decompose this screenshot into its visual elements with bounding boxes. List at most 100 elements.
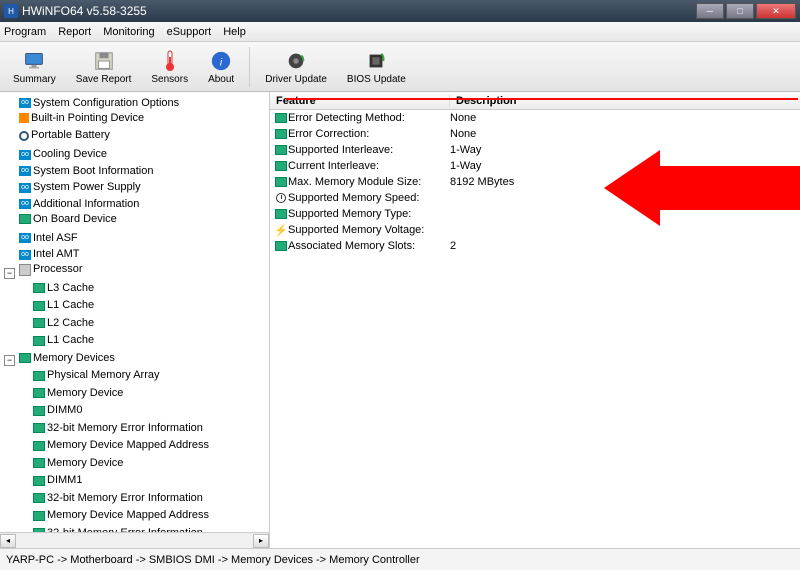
app-icon: H	[4, 4, 18, 18]
tree-item[interactable]: L3 Cache	[31, 281, 96, 296]
tree-item[interactable]: 32-bit Memory Error Information	[31, 491, 205, 506]
cooling-icon: oo	[19, 150, 31, 160]
menu-program[interactable]: Program	[4, 26, 46, 38]
summary-label: Summary	[13, 74, 56, 85]
statusbar: YARP-PC -> Motherboard -> SMBIOS DMI -> …	[0, 548, 800, 570]
save-report-button[interactable]: Save Report	[67, 44, 141, 90]
save-label: Save Report	[76, 74, 132, 85]
chip-icon	[275, 241, 287, 251]
clock-icon	[276, 193, 286, 203]
tree-item[interactable]: DIMM0	[31, 403, 84, 418]
collapse-toggle[interactable]: −	[4, 268, 15, 279]
chip-icon	[33, 388, 45, 398]
tree-item[interactable]: oo System Power Supply	[17, 180, 143, 195]
battery-icon	[19, 131, 29, 141]
tree-item[interactable]: L1 Cache	[31, 333, 96, 348]
tree-item[interactable]: oo System Configuration Options	[17, 96, 181, 111]
chip-icon	[33, 423, 45, 433]
minimize-button[interactable]: ─	[696, 3, 724, 19]
chip-icon	[275, 209, 287, 219]
tree-item[interactable]: Built-in Pointing Device	[17, 111, 146, 126]
tree-item[interactable]: Memory Device Mapped Address	[31, 508, 211, 523]
cache-icon	[33, 318, 45, 328]
bios-update-button[interactable]: BIOS Update	[338, 44, 415, 90]
window-title: HWiNFO64 v5.58-3255	[22, 4, 694, 18]
detail-row[interactable]: Error Detecting Method:None	[270, 110, 800, 126]
chip-icon	[33, 476, 45, 486]
thermometer-icon	[158, 49, 182, 73]
sensors-label: Sensors	[151, 74, 188, 85]
tree-item[interactable]: Memory Device	[31, 386, 125, 401]
chip-icon	[33, 441, 45, 451]
tree-item[interactable]: L1 Cache	[31, 298, 96, 313]
tree-item[interactable]: oo Additional Information	[17, 197, 141, 212]
tree-item[interactable]: Memory Device	[31, 456, 125, 471]
maximize-button[interactable]: □	[726, 3, 754, 19]
annotation-underline	[286, 98, 798, 100]
chip-icon	[33, 371, 45, 381]
chip-icon	[275, 177, 287, 187]
monitor-icon	[22, 49, 46, 73]
config-icon: oo	[19, 98, 31, 108]
detail-row[interactable]: Associated Memory Slots:2	[270, 238, 800, 254]
tree-item[interactable]: On Board Device	[17, 212, 119, 227]
boot-icon: oo	[19, 166, 31, 176]
onboard-icon	[19, 214, 31, 224]
power-icon: oo	[19, 183, 31, 193]
about-label: About	[208, 74, 234, 85]
collapse-toggle[interactable]: −	[4, 355, 15, 366]
gear-refresh-icon	[284, 49, 308, 73]
driver-update-button[interactable]: Driver Update	[256, 44, 336, 90]
tree-item[interactable]: 32-bit Memory Error Information	[31, 421, 205, 436]
about-button[interactable]: i About	[199, 44, 243, 90]
tree-panel[interactable]: oo System Configuration Options Built-in…	[0, 92, 270, 548]
chip-icon	[275, 145, 287, 155]
detail-panel: Feature Description Error Detecting Meth…	[270, 92, 800, 548]
chip-icon	[33, 493, 45, 503]
menu-monitoring[interactable]: Monitoring	[103, 26, 154, 38]
toolbar-separator	[249, 47, 250, 87]
tree-item[interactable]: Memory Devices	[17, 351, 117, 366]
col-feature[interactable]: Feature	[270, 95, 450, 107]
tree-item[interactable]: oo Cooling Device	[17, 147, 109, 162]
tree-item[interactable]: L2 Cache	[31, 316, 96, 331]
tree-hscrollbar[interactable]: ◂ ▸	[0, 532, 269, 548]
scroll-track[interactable]	[16, 534, 253, 548]
tree-item[interactable]: oo Intel AMT	[17, 247, 81, 262]
detail-row[interactable]: Supported Interleave:1-Way	[270, 142, 800, 158]
titlebar: H HWiNFO64 v5.58-3255 ─ □ ✕	[0, 0, 800, 22]
info-icon: i	[209, 49, 233, 73]
cpu-icon	[19, 264, 31, 276]
asf-icon: oo	[19, 233, 31, 243]
menu-report[interactable]: Report	[58, 26, 91, 38]
bios-label: BIOS Update	[347, 74, 406, 85]
cache-icon	[33, 301, 45, 311]
tree-item[interactable]: oo System Boot Information	[17, 164, 155, 179]
tree-item[interactable]: Portable Battery	[17, 128, 112, 143]
tree-item[interactable]: Processor	[17, 262, 85, 277]
scroll-left-button[interactable]: ◂	[0, 534, 16, 548]
content-area: oo System Configuration Options Built-in…	[0, 92, 800, 548]
menubar: Program Report Monitoring eSupport Help	[0, 22, 800, 42]
detail-row[interactable]: ⚡Supported Memory Voltage:	[270, 222, 800, 238]
scroll-right-button[interactable]: ▸	[253, 534, 269, 548]
cache-icon	[33, 336, 45, 346]
tree-item[interactable]: Memory Device Mapped Address	[31, 438, 211, 453]
close-button[interactable]: ✕	[756, 3, 796, 19]
floppy-icon	[92, 49, 116, 73]
detail-header: Feature Description	[270, 92, 800, 110]
memdev-icon	[19, 353, 31, 363]
menu-help[interactable]: Help	[223, 26, 246, 38]
device-icon	[19, 113, 29, 123]
tree-item[interactable]: oo Intel ASF	[17, 231, 80, 246]
cache-icon	[33, 283, 45, 293]
tree-item[interactable]: Physical Memory Array	[31, 368, 161, 383]
chip-icon	[275, 161, 287, 171]
detail-row[interactable]: Error Correction:None	[270, 126, 800, 142]
col-description[interactable]: Description	[450, 95, 800, 107]
sensors-button[interactable]: Sensors	[142, 44, 197, 90]
breadcrumb: YARP-PC -> Motherboard -> SMBIOS DMI -> …	[6, 554, 420, 566]
menu-esupport[interactable]: eSupport	[167, 26, 212, 38]
tree-item[interactable]: DIMM1	[31, 473, 84, 488]
summary-button[interactable]: Summary	[4, 44, 65, 90]
